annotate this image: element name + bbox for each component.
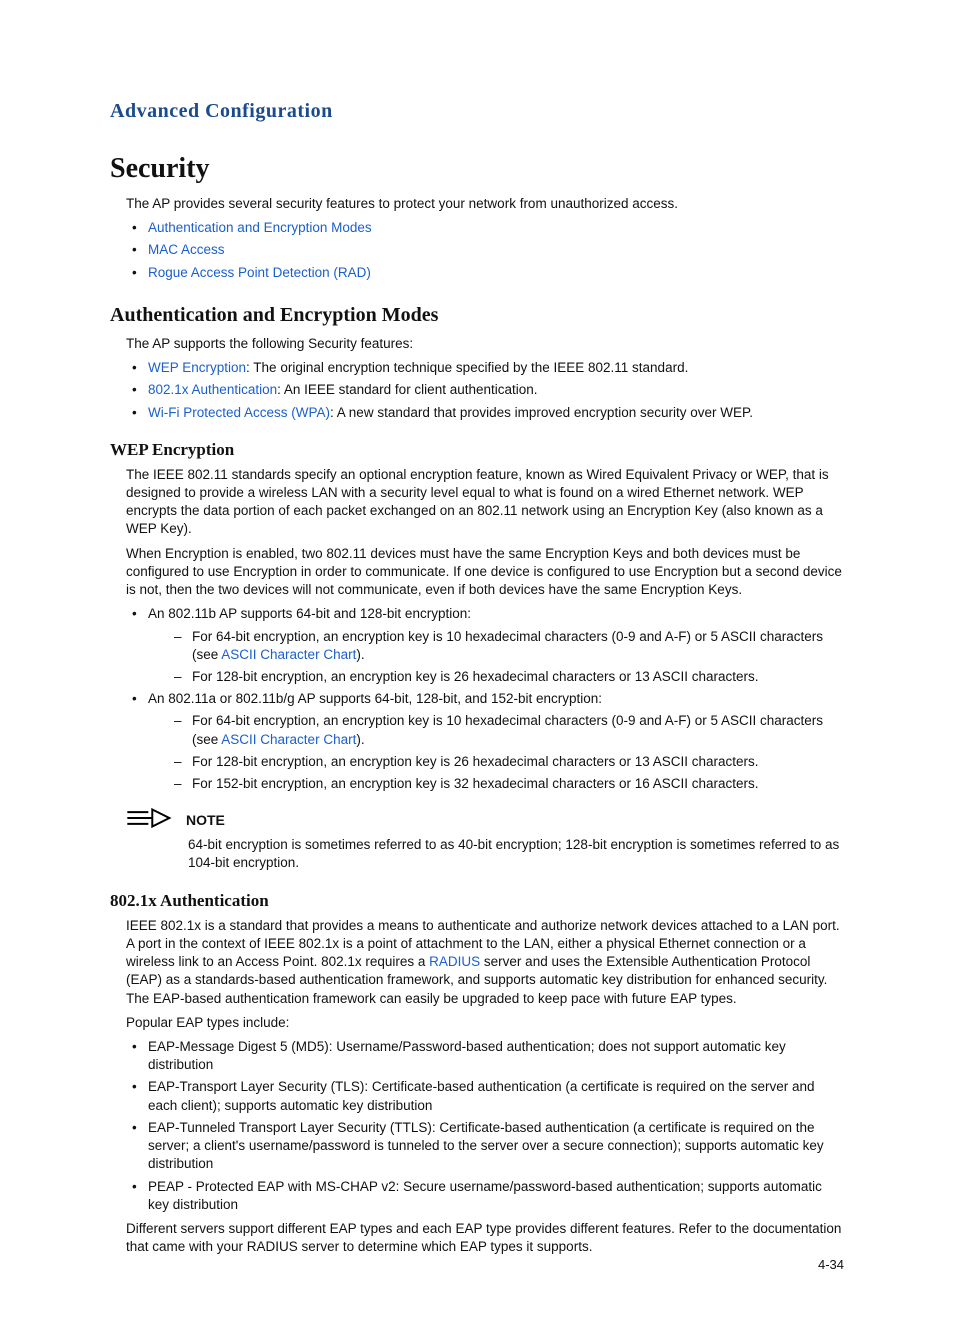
dot1x-paragraph-1: IEEE 802.1x is a standard that provides … [126, 917, 844, 1008]
list-item: 802.1x Authentication: An IEEE standard … [126, 381, 844, 399]
list-item: For 128-bit encryption, an encryption ke… [170, 753, 844, 771]
list-item: WEP Encryption: The original encryption … [126, 359, 844, 377]
text: ). [356, 647, 364, 662]
heading-auth-enc-modes: Authentication and Encryption Modes [110, 304, 844, 327]
link-rogue-ap-detection[interactable]: Rogue Access Point Detection (RAD) [148, 265, 371, 280]
list-item: MAC Access [126, 241, 844, 259]
text: For 128-bit encryption, an encryption ke… [192, 754, 759, 769]
list-item: Wi-Fi Protected Access (WPA): A new stan… [126, 404, 844, 422]
auth-enc-intro: The AP supports the following Security f… [126, 335, 844, 353]
wep-paragraph-2: When Encryption is enabled, two 802.11 d… [126, 545, 844, 600]
list-item: An 802.11b AP supports 64-bit and 128-bi… [126, 605, 844, 686]
list-item: EAP-Transport Layer Security (TLS): Cert… [126, 1078, 844, 1114]
note-arrow-icon [126, 807, 172, 832]
link-wep-encryption[interactable]: WEP Encryption [148, 360, 246, 375]
link-auth-enc-modes[interactable]: Authentication and Encryption Modes [148, 220, 372, 235]
link-8021x-auth[interactable]: 802.1x Authentication [148, 382, 277, 397]
feature-text: : An IEEE standard for client authentica… [277, 382, 537, 397]
note-label: NOTE [186, 812, 225, 828]
wep-paragraph-1: The IEEE 802.11 standards specify an opt… [126, 466, 844, 539]
list-item: For 128-bit encryption, an encryption ke… [170, 668, 844, 686]
list-item: For 64-bit encryption, an encryption key… [170, 712, 844, 748]
page: Advanced Configuration Security The AP p… [0, 0, 954, 1322]
link-wpa[interactable]: Wi-Fi Protected Access (WPA) [148, 405, 330, 420]
link-ascii-chart[interactable]: ASCII Character Chart [221, 647, 356, 662]
dot1x-paragraph-3: Different servers support different EAP … [126, 1220, 844, 1256]
note-header: NOTE [126, 807, 844, 832]
page-number: 4-34 [818, 1257, 844, 1272]
section-title-security: Security [110, 153, 844, 185]
link-ascii-chart[interactable]: ASCII Character Chart [221, 732, 356, 747]
heading-8021x-auth: 802.1x Authentication [110, 891, 844, 911]
list-item: PEAP - Protected EAP with MS-CHAP v2: Se… [126, 1178, 844, 1214]
note-block: NOTE 64-bit encryption is sometimes refe… [126, 807, 844, 872]
feature-text: : A new standard that provides improved … [330, 405, 753, 420]
wep-b1: An 802.11b AP supports 64-bit and 128-bi… [148, 606, 471, 621]
link-radius[interactable]: RADIUS [429, 954, 480, 969]
dot1x-eap-list: EAP-Message Digest 5 (MD5): Username/Pas… [126, 1038, 844, 1214]
link-mac-access[interactable]: MAC Access [148, 242, 225, 257]
security-top-links: Authentication and Encryption Modes MAC … [126, 219, 844, 282]
wep-bullet-list: An 802.11b AP supports 64-bit and 128-bi… [126, 605, 844, 793]
wep-b1-sublist: For 64-bit encryption, an encryption key… [170, 628, 844, 687]
heading-wep-encryption: WEP Encryption [110, 440, 844, 460]
note-body: 64-bit encryption is sometimes referred … [188, 836, 844, 872]
list-item: Rogue Access Point Detection (RAD) [126, 264, 844, 282]
list-item: Authentication and Encryption Modes [126, 219, 844, 237]
wep-b2: An 802.11a or 802.11b/g AP supports 64-b… [148, 691, 602, 706]
wep-b2-sublist: For 64-bit encryption, an encryption key… [170, 712, 844, 793]
list-item: For 64-bit encryption, an encryption key… [170, 628, 844, 664]
list-item: An 802.11a or 802.11b/g AP supports 64-b… [126, 690, 844, 793]
dot1x-paragraph-2: Popular EAP types include: [126, 1014, 844, 1032]
list-item: EAP-Tunneled Transport Layer Security (T… [126, 1119, 844, 1174]
list-item: EAP-Message Digest 5 (MD5): Username/Pas… [126, 1038, 844, 1074]
feature-text: : The original encryption technique spec… [246, 360, 688, 375]
running-header: Advanced Configuration [110, 100, 844, 123]
security-intro: The AP provides several security feature… [126, 195, 844, 213]
text: ). [356, 732, 364, 747]
list-item: For 152-bit encryption, an encryption ke… [170, 775, 844, 793]
text: For 152-bit encryption, an encryption ke… [192, 776, 759, 791]
auth-enc-features: WEP Encryption: The original encryption … [126, 359, 844, 422]
text: For 128-bit encryption, an encryption ke… [192, 669, 759, 684]
